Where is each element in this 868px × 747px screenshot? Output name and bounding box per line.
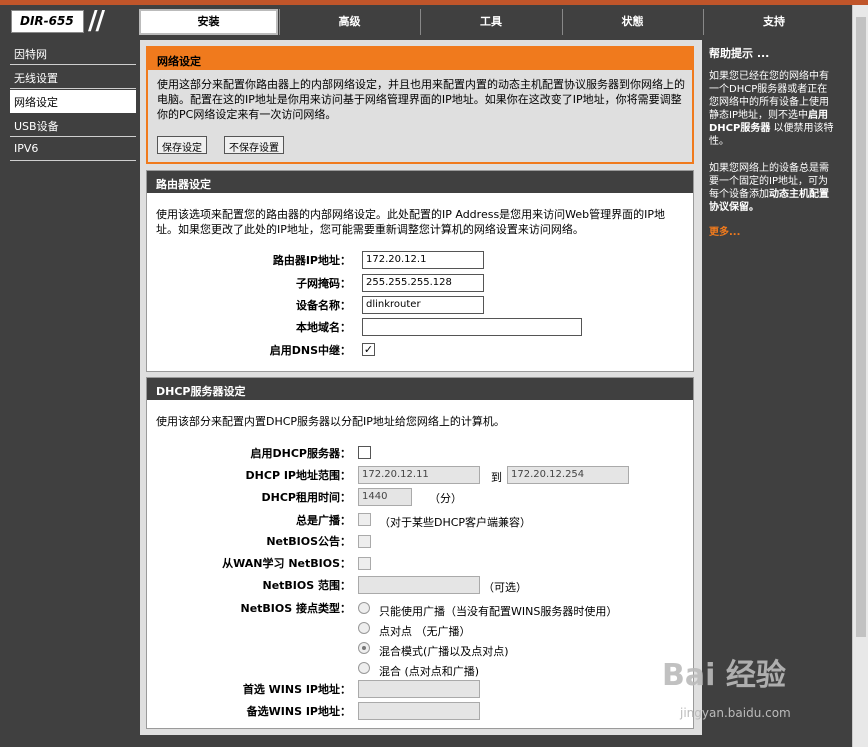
logo-slashes: //	[88, 6, 105, 36]
always-broadcast-note: （对于某些DHCP客户端兼容）	[379, 516, 532, 529]
subnet-mask-input[interactable]: 255.255.255.128	[362, 274, 484, 292]
vertical-scrollbar[interactable]	[852, 5, 868, 747]
tab-advanced[interactable]: 高级	[279, 9, 419, 35]
local-domain-label: 本地域名：	[296, 321, 351, 334]
node-type-broadcast-radio[interactable]	[358, 602, 370, 614]
always-broadcast-label: 总是广播：	[296, 514, 351, 527]
sidebar: 因特网 无线设置 网络设定 USB设备 IPV6	[8, 40, 138, 735]
sidebar-item-wireless[interactable]: 无线设置	[10, 66, 136, 89]
node-type-p2p-radio[interactable]	[358, 622, 370, 634]
main-content: 网络设定 使用这部分来配置你路由器上的内部网络设定，并且也用来配置内置的动态主机…	[140, 40, 702, 735]
local-domain-input[interactable]	[362, 318, 582, 336]
wan-netbios-label: 从WAN学习 NetBIOS：	[222, 557, 351, 570]
sidebar-item-network[interactable]: 网络设定	[10, 90, 136, 113]
sidebar-item-ipv6[interactable]: IPV6	[10, 138, 136, 161]
node-type-p2p-text: 点对点 （无广播）	[379, 625, 471, 638]
range-to-text: 到	[491, 471, 502, 484]
tab-setup[interactable]: 安装	[139, 9, 278, 35]
tab-support[interactable]: 支持	[703, 9, 844, 35]
network-settings-title: 网络设定	[148, 48, 692, 70]
enable-dhcp-label: 启用DHCP服务器：	[250, 447, 351, 460]
netbios-scope-label: NetBIOS 范围：	[262, 579, 351, 592]
netbios-announce-label: NetBIOS公告：	[266, 535, 351, 548]
lease-time-unit: （分）	[429, 492, 462, 505]
dont-save-button[interactable]: 不保存设置	[224, 136, 284, 154]
enable-dhcp-checkbox[interactable]	[358, 446, 371, 459]
device-name-input[interactable]: dlinkrouter	[362, 296, 484, 314]
dhcp-settings-title: DHCP服务器设定	[147, 378, 693, 400]
netbios-scope-input[interactable]	[358, 576, 480, 594]
node-type-hybrid-text: 混合 (点对点和广播)	[379, 665, 480, 678]
wins-secondary-input[interactable]	[358, 702, 480, 720]
help-paragraph-1: 如果您已经在您的网络中有一个DHCP服务器或者正在您网络中的所有设备上使用静态I…	[709, 71, 834, 147]
dns-relay-label: 启用DNS中继：	[269, 344, 351, 357]
router-settings-title: 路由器设定	[147, 171, 693, 193]
help-panel: 帮助提示 ... 如果您已经在您的网络中有一个DHCP服务器或者正在您网络中的所…	[703, 40, 843, 735]
scrollbar-thumb[interactable]	[856, 17, 866, 637]
device-name-label: 设备名称：	[296, 299, 351, 312]
header: DIR-655 // 安装 高级 工具 状態 支持	[8, 6, 844, 37]
router-ip-input[interactable]: 172.20.12.1	[362, 251, 484, 269]
node-type-mixed-text: 混合模式(广播以及点对点)	[379, 645, 509, 658]
router-settings-box: 路由器设定 使用该选项来配置您的路由器的内部网络设定。此处配置的IP Addre…	[146, 170, 694, 372]
help-title: 帮助提示 ...	[709, 47, 770, 60]
help-paragraph-2: 如果您网络上的设备总是需要一个固定的IP地址，可为每个设备添加动态主机配置协议保…	[709, 163, 829, 213]
dhcp-settings-box: DHCP服务器设定 使用该部分来配置内置DHCP服务器以分配IP地址给您网络上的…	[146, 377, 694, 729]
lease-time-label: DHCP租用时间：	[261, 491, 351, 504]
wan-netbios-checkbox[interactable]	[358, 557, 371, 570]
watermark-url: jingyan.baidu.com	[680, 706, 791, 720]
watermark-logo: Bai 经验	[662, 658, 786, 693]
wins-primary-label: 首选 WINS IP地址：	[242, 683, 351, 696]
dns-relay-checkbox[interactable]: ✓	[362, 343, 375, 356]
tab-status[interactable]: 状態	[562, 9, 702, 35]
node-type-broadcast-text: 只能使用广播（当没有配置WINS服务器时使用）	[379, 605, 618, 618]
router-ip-label: 路由器IP地址：	[272, 254, 351, 267]
lease-time-input[interactable]: 1440	[358, 488, 412, 506]
help-more-link[interactable]: 更多...	[709, 226, 837, 239]
wins-primary-input[interactable]	[358, 680, 480, 698]
dhcp-range-label: DHCP IP地址范围：	[245, 469, 351, 482]
netbios-announce-checkbox[interactable]	[358, 535, 371, 548]
router-settings-description: 使用该选项来配置您的路由器的内部网络设定。此处配置的IP Address是您用来…	[156, 208, 666, 236]
bottom-band	[0, 735, 852, 747]
subnet-mask-label: 子网掩码：	[296, 277, 351, 290]
save-settings-button[interactable]: 保存设定	[157, 136, 207, 154]
dhcp-range-start-input[interactable]: 172.20.12.11	[358, 466, 480, 484]
netbios-scope-note: （可选）	[483, 581, 527, 594]
always-broadcast-checkbox[interactable]	[358, 513, 371, 526]
network-settings-box: 网络设定 使用这部分来配置你路由器上的内部网络设定，并且也用来配置内置的动态主机…	[146, 46, 694, 164]
model-logo: DIR-655	[11, 10, 84, 33]
wins-secondary-label: 备选WINS IP地址：	[246, 705, 351, 718]
top-accent-strip	[0, 0, 868, 5]
node-type-mixed-radio[interactable]	[358, 642, 370, 654]
tab-tools[interactable]: 工具	[420, 9, 561, 35]
network-settings-description: 使用这部分来配置你路由器上的内部网络设定，并且也用来配置内置的动态主机配置协议服…	[157, 78, 685, 121]
node-type-hybrid-radio[interactable]	[358, 662, 370, 674]
sidebar-item-usb[interactable]: USB设备	[10, 114, 136, 137]
node-type-label: NetBIOS 接点类型：	[240, 602, 351, 615]
sidebar-item-internet[interactable]: 因特网	[10, 42, 136, 65]
dhcp-settings-description: 使用该部分来配置内置DHCP服务器以分配IP地址给您网络上的计算机。	[156, 415, 505, 428]
dhcp-range-end-input[interactable]: 172.20.12.254	[507, 466, 629, 484]
